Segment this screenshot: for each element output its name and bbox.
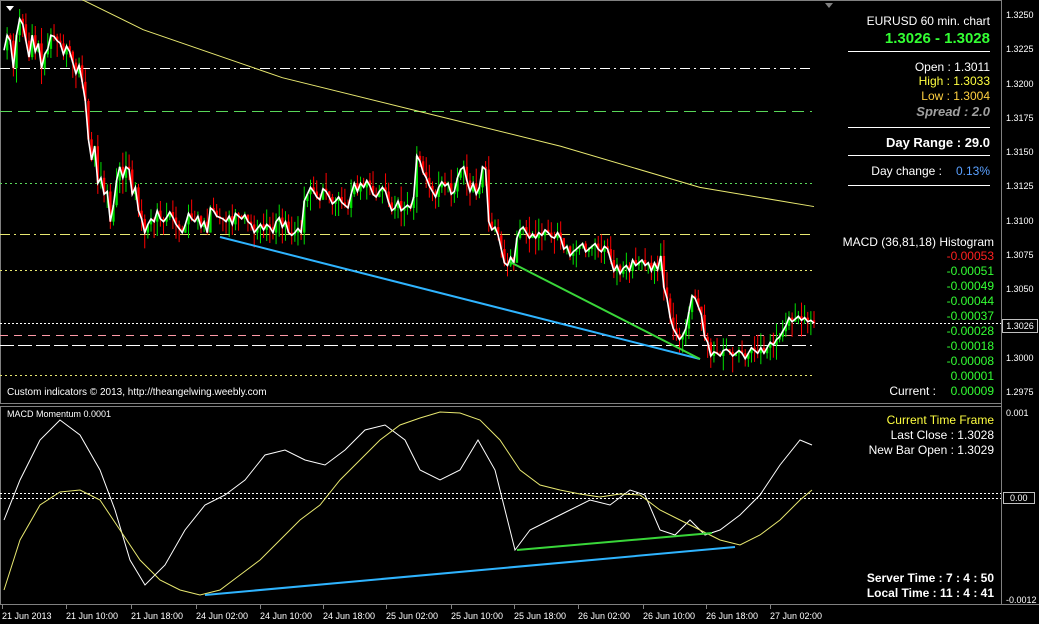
price-tick-label: 1.3000 <box>1006 352 1034 363</box>
blue-trendline <box>219 236 701 360</box>
macd-histogram-title: MACD (36,81,18) Histogram <box>842 235 994 249</box>
macd-value: -0.00049 <box>946 279 994 293</box>
day-change-label: Day change : <box>871 164 942 178</box>
candlestick-series <box>5 9 816 373</box>
price-tick-label: 1.3225 <box>1006 44 1034 55</box>
price-tick-label: 1.3150 <box>1006 147 1034 158</box>
trendlines-main[interactable] <box>219 236 701 360</box>
bid-ask-quote: 1.3026 - 1.3028 <box>884 30 990 47</box>
low-price: Low : 1.3004 <box>921 89 990 103</box>
momentum-panel-title: MACD Momentum 0.0001 <box>7 409 112 419</box>
local-time: Local Time : 11 : 4 : 41 <box>866 586 994 600</box>
time-tick-label: 24 Jun 10:00 <box>260 611 313 621</box>
time-tick-label: 26 Jun 02:00 <box>578 611 631 621</box>
macd-value: -0.00044 <box>946 294 994 308</box>
macd-value: -0.00008 <box>946 354 994 368</box>
open-price: Open : 1.3011 <box>914 60 990 74</box>
momentum-blue-trendline <box>204 546 736 596</box>
time-tick-label: 24 Jun 02:00 <box>196 611 249 621</box>
time-tick-label: 25 Jun 10:00 <box>451 611 504 621</box>
server-time: Server Time : 7 : 4 : 50 <box>866 571 994 585</box>
macd-main-line <box>3 419 813 586</box>
mt4-chart-window: EURUSD 60 min. chart 1.3026 - 1.3028 Ope… <box>0 0 1039 624</box>
macd-value: -0.00053 <box>946 249 994 263</box>
macd-value: -0.00018 <box>946 339 994 353</box>
price-tick-label: 1.3100 <box>1006 215 1034 226</box>
last-close: Last Close : 1.3028 <box>890 428 994 442</box>
panel-separator <box>848 127 990 128</box>
time-tick-label: 24 Jun 18:00 <box>323 611 376 621</box>
green-trendline <box>509 261 701 360</box>
time-tick-label: 27 Jun 02:00 <box>770 611 823 621</box>
price-tick-label: 1.3075 <box>1006 249 1034 260</box>
time-frame-label: Current Time Frame <box>886 413 994 427</box>
macd-value: 0.00001 <box>950 369 994 383</box>
current-value: 0.00009 <box>950 384 994 398</box>
day-range: Day Range : 29.0 <box>885 135 990 150</box>
price-tick-label: 1.3175 <box>1006 112 1034 123</box>
time-tick-label: 25 Jun 02:00 <box>386 611 439 621</box>
macd-signal-line <box>3 411 813 596</box>
chart-menu-icon[interactable] <box>6 6 14 11</box>
time-tick-label: 25 Jun 18:00 <box>514 611 567 621</box>
momentum-axis-top: 0.001 <box>1006 408 1029 418</box>
momentum-axis-bottom: -0.0012 <box>1006 595 1037 605</box>
day-change-value: 0.13% <box>955 164 990 178</box>
current-label: Current : <box>889 384 936 398</box>
momentum-axis-zero: 0.00 <box>1003 492 1035 504</box>
new-bar-open: New Bar Open : 1.3029 <box>868 443 994 457</box>
spread-value: Spread : 2.0 <box>916 104 990 119</box>
scroll-indicator-icon[interactable] <box>825 3 833 8</box>
current-price-marker: 1.3026 <box>1002 319 1038 333</box>
time-tick-label: 21 Jun 10:00 <box>66 611 119 621</box>
panel-separator <box>848 51 990 52</box>
macd-value: -0.00037 <box>946 309 994 323</box>
price-tick-label: 1.3200 <box>1006 78 1034 89</box>
price-tick-label: 1.3125 <box>1006 181 1034 192</box>
panel-separator <box>848 185 990 186</box>
time-tick-label: 21 Jun 18:00 <box>131 611 184 621</box>
time-tick-label: 21 Jun 2013 <box>2 611 52 621</box>
time-tick-label: 26 Jun 10:00 <box>643 611 696 621</box>
time-tick-label: 26 Jun 18:00 <box>706 611 759 621</box>
panel-separator <box>848 155 990 156</box>
macd-value: -0.00028 <box>946 324 994 338</box>
price-tick-label: 1.3250 <box>1006 10 1034 20</box>
symbol-title: EURUSD 60 min. chart <box>866 14 990 28</box>
price-tick-label: 1.2975 <box>1006 387 1034 397</box>
price-tick-label: 1.3050 <box>1006 284 1034 295</box>
momentum-green-trendline <box>516 532 713 551</box>
macd-value: -0.00051 <box>946 264 994 278</box>
high-price: High : 1.3033 <box>918 74 990 88</box>
credit-text: Custom indicators © 2013, http://theange… <box>7 387 267 398</box>
